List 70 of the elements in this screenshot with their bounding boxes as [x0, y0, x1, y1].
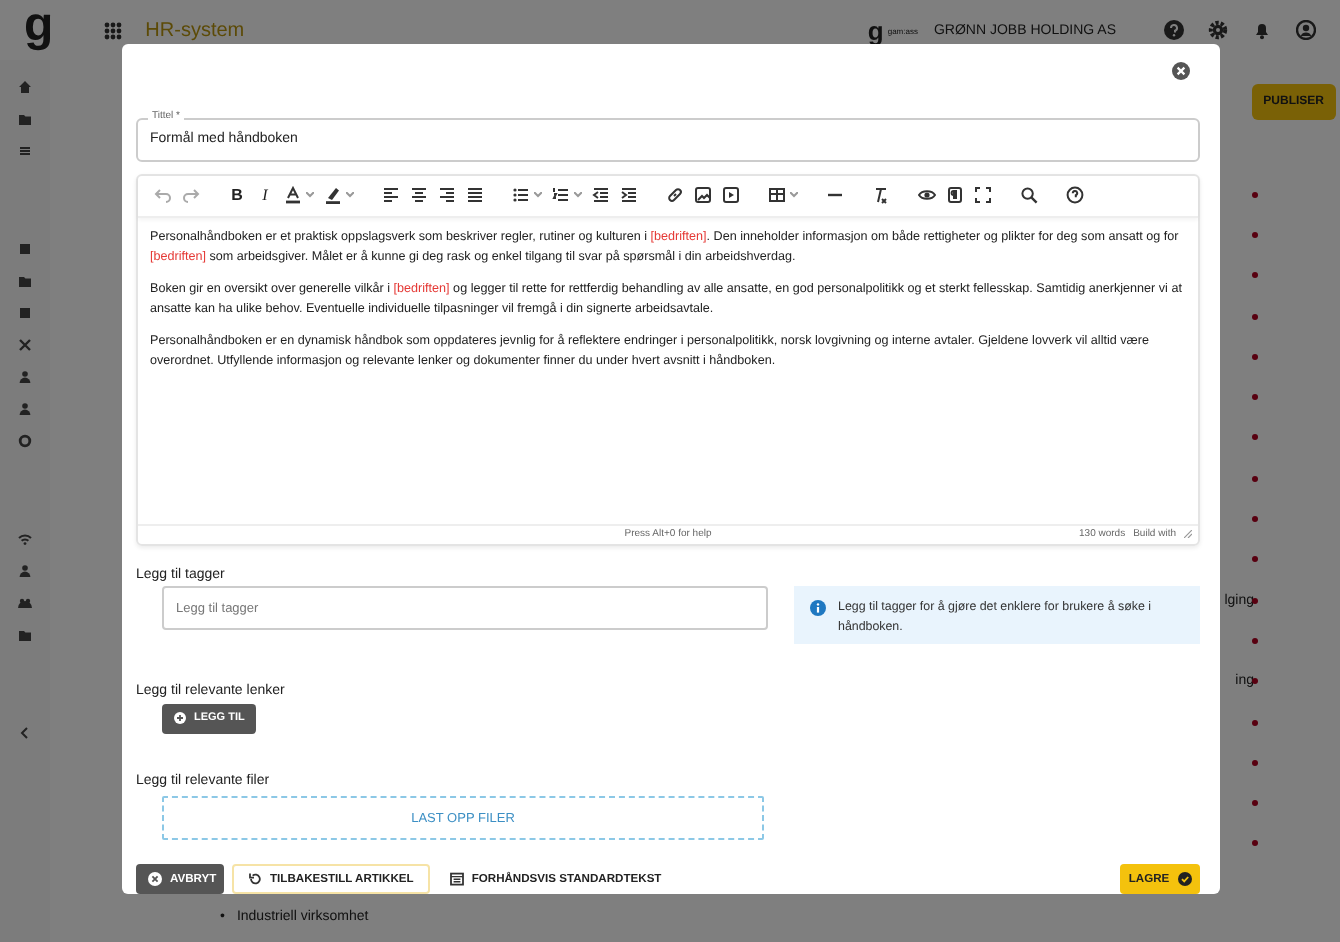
- caret-icon[interactable]: [346, 192, 354, 199]
- status-dot: [1252, 353, 1258, 360]
- text-color-icon[interactable]: [284, 186, 302, 205]
- folder-icon[interactable]: [18, 112, 32, 126]
- wifi-icon[interactable]: [18, 532, 32, 546]
- info-icon: [810, 600, 826, 617]
- reset-icon: [248, 872, 262, 886]
- status-dot: [1252, 231, 1258, 238]
- folder-icon[interactable]: [18, 274, 32, 288]
- highlighter-icon[interactable]: [324, 186, 342, 205]
- fullscreen-icon[interactable]: [974, 186, 992, 205]
- folder-icon[interactable]: [18, 628, 32, 642]
- bold-button[interactable]: B: [228, 186, 246, 205]
- align-justify-icon[interactable]: [466, 186, 484, 205]
- table-icon[interactable]: [768, 186, 786, 205]
- help-icon[interactable]: [1066, 186, 1084, 205]
- search-icon[interactable]: [1020, 186, 1038, 205]
- status-dot: [1252, 840, 1258, 847]
- home-icon[interactable]: [18, 80, 32, 94]
- check-circle-icon: [1177, 872, 1192, 886]
- image-icon[interactable]: [694, 186, 712, 205]
- account-icon[interactable]: [1296, 20, 1316, 40]
- align-left-icon[interactable]: [382, 186, 400, 205]
- paragraph-mark-icon[interactable]: [946, 186, 964, 205]
- clear-format-icon[interactable]: [872, 186, 890, 205]
- status-dot: [1252, 597, 1258, 604]
- caret-icon[interactable]: [534, 192, 542, 199]
- caret-icon[interactable]: [306, 192, 314, 199]
- plus-circle-icon: [174, 712, 186, 725]
- status-dot: [1252, 800, 1258, 807]
- caret-icon[interactable]: [574, 192, 582, 199]
- grid-menu-icon[interactable]: [103, 21, 122, 39]
- status-dot: [1252, 516, 1258, 523]
- align-right-icon[interactable]: [438, 186, 456, 205]
- status-dot: [1252, 678, 1258, 685]
- eye-icon[interactable]: [918, 186, 936, 205]
- status-dot: [1252, 759, 1258, 766]
- caret-icon[interactable]: [790, 192, 798, 199]
- status-dot: [1252, 272, 1258, 279]
- close-circle-icon: [148, 872, 162, 886]
- status-dot: [1252, 556, 1258, 563]
- bell-icon[interactable]: [1252, 20, 1272, 40]
- resize-handle-icon[interactable]: [1184, 530, 1192, 539]
- status-dot: [1252, 475, 1258, 482]
- bullet-list-icon[interactable]: [512, 186, 530, 205]
- link-icon[interactable]: [666, 186, 684, 205]
- list-icon[interactable]: [18, 144, 32, 158]
- status-dot: [1252, 191, 1258, 198]
- company-logo: g: [867, 17, 884, 43]
- numbered-list-icon[interactable]: [552, 186, 570, 205]
- outdent-icon[interactable]: [592, 186, 610, 205]
- chevron-left-icon[interactable]: [18, 726, 32, 740]
- person-icon[interactable]: [18, 402, 32, 416]
- group-icon[interactable]: [18, 596, 32, 610]
- status-dot: [1252, 313, 1258, 320]
- app-title: HR-system: [145, 19, 245, 41]
- document-icon: [449, 872, 464, 886]
- settings-icon[interactable]: [1208, 20, 1228, 40]
- person-icon[interactable]: [18, 370, 32, 384]
- align-center-icon[interactable]: [410, 186, 428, 205]
- media-icon[interactable]: [722, 186, 740, 205]
- indent-icon[interactable]: [620, 186, 638, 205]
- status-dot: [1252, 719, 1258, 725]
- status-dot: [1252, 434, 1258, 441]
- italic-button[interactable]: I: [256, 186, 274, 205]
- close-icon[interactable]: [1172, 62, 1190, 80]
- status-dot: [1252, 637, 1258, 644]
- person-icon[interactable]: [18, 564, 32, 578]
- status-dot: [1252, 394, 1258, 401]
- app-logo: g: [24, 2, 54, 50]
